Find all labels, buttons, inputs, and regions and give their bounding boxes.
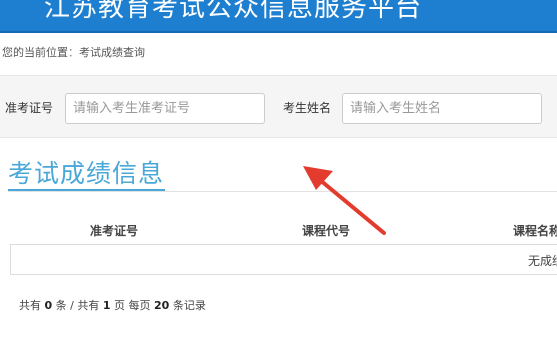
section-title: 考试成绩信息 [8, 159, 165, 188]
page-size: 20 [154, 299, 170, 312]
section-divider [8, 191, 557, 192]
pagination-summary: 共有 0 条 / 共有 1 页 每页 20 条记录 [19, 297, 206, 313]
empty-results-message: 无成绩 [528, 254, 557, 268]
pagination-text-3: 页 每页 [110, 299, 155, 312]
page-count: 1 [102, 299, 111, 312]
record-count: 0 [44, 299, 53, 312]
ticket-number-input[interactable] [65, 93, 265, 124]
pagination-text-1: 共有 [19, 299, 45, 312]
results-table-header: 准考证号 课程代号 课程名称 [10, 218, 557, 242]
breadcrumb-current: 考试成绩查询 [79, 46, 145, 59]
results-table-body: 无成绩 [10, 244, 557, 275]
breadcrumb-separator: ： [68, 46, 79, 59]
candidate-name-label: 考生姓名 [283, 101, 332, 115]
breadcrumb-prefix: 您的当前位置 [2, 46, 68, 59]
top-banner: 江苏教育考试公众信息服务平台 [0, 0, 557, 33]
breadcrumb: 您的当前位置：考试成绩查询 [2, 44, 145, 60]
site-title: 江苏教育考试公众信息服务平台 [44, 0, 423, 23]
pagination-text-2: 条 / 共有 [52, 299, 103, 312]
column-header-course-code: 课程代号 [302, 224, 351, 238]
candidate-name-input[interactable] [342, 93, 542, 124]
ticket-number-label: 准考证号 [5, 101, 54, 115]
search-panel: 准考证号 考生姓名 [0, 75, 557, 138]
pagination-text-4: 条记录 [169, 299, 206, 312]
column-header-ticket-number: 准考证号 [90, 224, 139, 238]
column-header-course-name: 课程名称 [513, 224, 557, 238]
